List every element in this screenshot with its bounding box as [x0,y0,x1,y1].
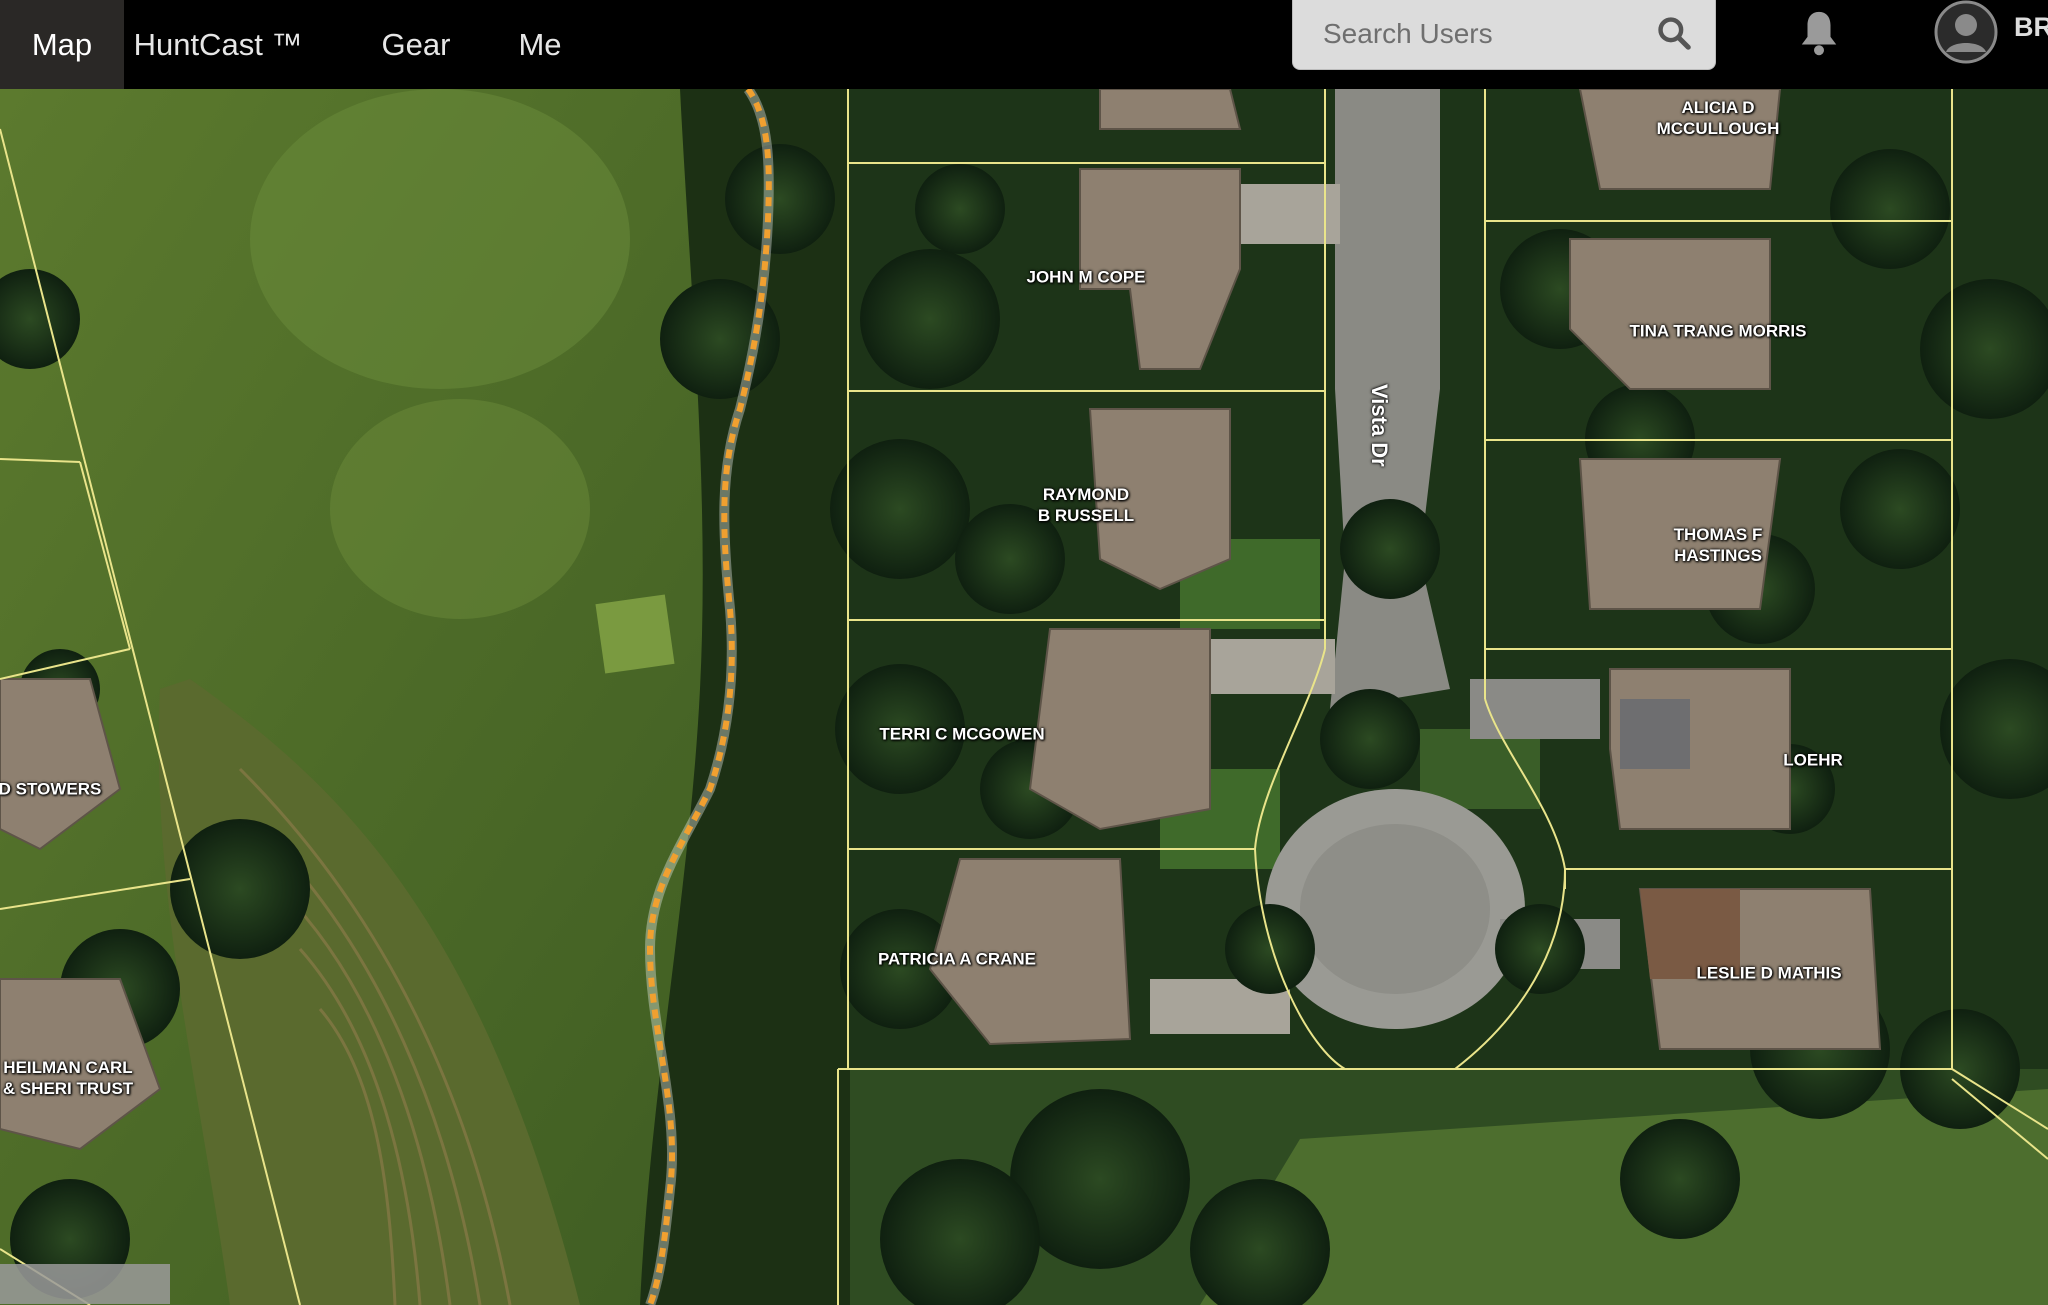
parcel-label-crane[interactable]: PATRICIA A CRANE [878,949,1036,970]
search-users-box [1292,0,1716,70]
parcel-label-russell[interactable]: RAYMOND B RUSSELL [1038,484,1134,526]
street-label-vista-dr: Vista Dr [1367,384,1392,467]
parcel-label-heilman[interactable]: HEILMAN CARL & SHERI TRUST [3,1057,133,1099]
satellite-map[interactable]: ALICIA D MCCULLOUGH JOHN M COPE TINA TRA… [0,89,2048,1305]
parcel-label-hastings[interactable]: THOMAS F HASTINGS [1674,524,1763,566]
parcel-label-stowers[interactable]: D STOWERS [0,779,101,800]
search-users-input[interactable] [1321,13,1655,55]
avatar-icon[interactable] [1934,0,1998,64]
parcel-label-loehr[interactable]: LOEHR [1783,750,1843,771]
tab-gear[interactable]: Gear [366,0,466,89]
parcel-label-mathis[interactable]: LESLIE D MATHIS [1696,963,1841,984]
map-scale-bar [0,1264,170,1304]
parcel-label-morris[interactable]: TINA TRANG MORRIS [1630,321,1807,342]
search-icon[interactable] [1655,14,1693,52]
parcel-label-mcgowen[interactable]: TERRI C MCGOWEN [879,724,1044,745]
parcel-label-mccullough[interactable]: ALICIA D MCCULLOUGH [1657,97,1780,139]
map-imagery [0,89,2048,1305]
parcel-label-cope[interactable]: JOHN M COPE [1026,267,1145,288]
user-name[interactable]: BR [2014,12,2048,43]
bell-icon[interactable] [1796,8,1842,58]
tab-huntcast[interactable]: HuntCast ™ [128,0,308,89]
tab-me[interactable]: Me [500,0,580,89]
tab-map[interactable]: Map [0,0,124,89]
top-navigation-bar: Map HuntCast ™ Gear Me BR [0,0,2048,89]
